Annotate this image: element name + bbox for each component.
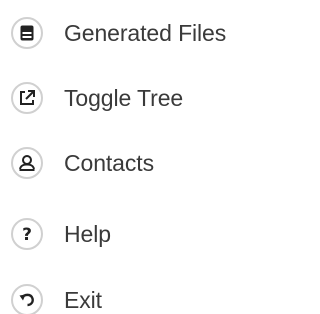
menu-item-label: Generated Files [64,19,227,46]
menu-item-label: Contacts [64,149,154,176]
menu-item-toggle-tree[interactable]: Toggle Tree [0,76,272,120]
svg-text:?: ? [22,225,32,245]
menu-item-generated-files[interactable]: Generated Files [0,11,272,55]
contact-person-icon [10,146,44,180]
menu-item-exit[interactable]: Exit [0,278,272,314]
side-menu: Generated Files Toggle Tree Contacts ? H… [0,0,272,314]
menu-item-contacts[interactable]: Contacts [0,141,272,185]
question-mark-icon: ? [10,217,44,251]
undo-arrow-icon [10,283,44,314]
external-link-icon [10,81,44,115]
menu-item-label: Toggle Tree [64,84,184,111]
file-stack-icon [10,16,44,50]
menu-item-label: Help [64,220,111,247]
menu-item-label: Exit [64,286,102,313]
menu-item-help[interactable]: ? Help [0,212,272,256]
